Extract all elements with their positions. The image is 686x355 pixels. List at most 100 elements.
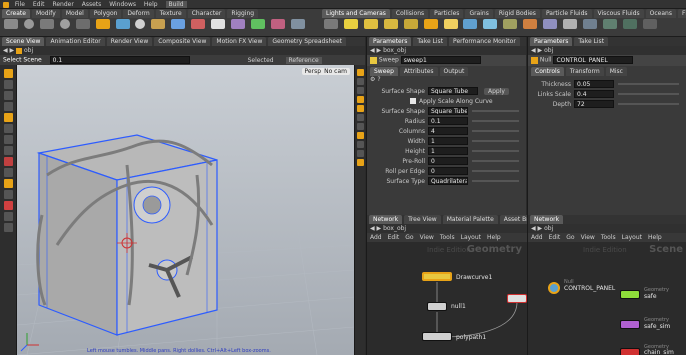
param-field-pre-roll[interactable]: 0 [428, 157, 468, 165]
back-arrow-icon[interactable]: ◀ [3, 47, 8, 54]
shelf-tab-particle-fluids[interactable]: Particle Fluids [541, 9, 592, 18]
surface-shape-select[interactable]: Square Tube [428, 87, 478, 95]
menu-render[interactable]: Render [52, 1, 73, 8]
params-tab-take-list[interactable]: Take List [413, 37, 448, 46]
viewport-tab-motion-fx-view[interactable]: Motion FX View [212, 37, 267, 46]
volume-light-tool-icon[interactable] [423, 19, 438, 29]
param-field-radius[interactable]: 0.1 [428, 117, 468, 125]
apply-button[interactable]: Apply [484, 87, 509, 95]
param-field-height[interactable]: 1 [428, 147, 468, 155]
grid-tool-icon[interactable] [75, 19, 90, 29]
control-param-slider-depth[interactable] [618, 103, 679, 105]
network-left-menu-view[interactable]: View [420, 234, 434, 241]
tube-tool-icon[interactable] [39, 19, 54, 29]
menu-edit[interactable]: Edit [33, 1, 45, 8]
back-arrow-icon[interactable]: ◀ [531, 225, 536, 232]
file-tool-icon[interactable] [290, 19, 305, 29]
display-ghost-icon[interactable] [356, 123, 364, 130]
control-subtab-transform[interactable]: Transform [565, 67, 604, 76]
reference-label[interactable]: Reference [285, 56, 322, 64]
handle-tool-icon[interactable] [3, 113, 13, 122]
line-tool-icon[interactable] [115, 19, 130, 29]
display-grid-icon[interactable] [356, 132, 364, 139]
param-slider-pre-roll[interactable] [472, 160, 519, 162]
curve-tool-icon[interactable] [151, 19, 166, 29]
display-safe-area-icon[interactable] [356, 159, 364, 166]
node-chain-sim[interactable] [620, 348, 640, 355]
network-left-menu-layout[interactable]: Layout [461, 234, 481, 241]
platonic-tool-icon[interactable] [231, 19, 246, 29]
viewport-tab-geometry-spreadsheet[interactable]: Geometry Spreadsheet [268, 37, 346, 46]
point-light-tool-icon[interactable] [343, 19, 358, 29]
network-right-canvas[interactable]: Indie Edition Scene Null CONTROL_PANEL G… [528, 242, 686, 355]
shelf-tab-polygon[interactable]: Polygon [89, 9, 122, 18]
network-right-menu-help[interactable]: Help [648, 234, 662, 241]
font-tool-icon[interactable] [211, 19, 226, 29]
selection-field[interactable]: 0.1 [49, 56, 190, 64]
shelf-tab-fluid-containers[interactable]: Fluid Containers [677, 9, 686, 18]
shelf-tab-model[interactable]: Model [61, 9, 88, 18]
display-options-icon[interactable] [3, 223, 13, 232]
select-tool-icon[interactable] [3, 69, 13, 78]
viewport-tab-render-view[interactable]: Render View [106, 37, 153, 46]
param-slider-surface-shape[interactable] [472, 110, 519, 112]
control-param-slider-links-scale[interactable] [618, 93, 679, 95]
gamepad-tool-icon[interactable] [642, 19, 657, 29]
ambient-light-tool-icon[interactable] [563, 19, 578, 29]
node-null1[interactable] [427, 302, 447, 311]
control-param-field-depth[interactable]: 72 [574, 100, 614, 108]
node-safe-sim[interactable] [620, 320, 640, 329]
node-polypath1[interactable] [422, 332, 452, 341]
network-right-menu-tools[interactable]: Tools [601, 234, 616, 241]
pose-tool-icon[interactable] [3, 124, 13, 133]
network-right-menu-view[interactable]: View [581, 234, 595, 241]
node-sweep1[interactable] [507, 294, 527, 303]
selected-label[interactable]: Selected [248, 57, 274, 64]
param-field-surface-type[interactable]: Quadrilaterals [428, 177, 468, 185]
display-shaded-icon[interactable] [356, 96, 364, 103]
build-label[interactable]: Build [165, 1, 187, 8]
back-arrow-icon[interactable]: ◀ [370, 225, 375, 232]
param-field-width[interactable]: 1 [428, 137, 468, 145]
network-right-menu-layout[interactable]: Layout [622, 234, 642, 241]
menu-file[interactable]: File [15, 1, 25, 8]
display-wireframe-icon[interactable] [356, 87, 364, 94]
gear-icon[interactable]: ⚙ [370, 76, 375, 83]
viewport-tab-animation-editor[interactable]: Animation Editor [46, 37, 105, 46]
shelf-tab-texture[interactable]: Texture [155, 9, 186, 18]
sculpt-tool-icon[interactable] [3, 190, 13, 199]
param-field-columns[interactable]: 4 [428, 127, 468, 135]
control-tab-take-list[interactable]: Take List [574, 37, 609, 46]
params-tab-parameters[interactable]: Parameters [369, 37, 412, 46]
shelf-tab-lights-and-cameras[interactable]: Lights and Cameras [322, 9, 390, 18]
menu-windows[interactable]: Windows [109, 1, 136, 8]
control-path[interactable]: obj [544, 47, 553, 54]
gi-light-tool-icon[interactable] [503, 19, 518, 29]
houdini-logo-icon[interactable] [3, 1, 9, 8]
shelf-tab-rigging[interactable]: Rigging [227, 9, 259, 18]
forward-arrow-icon[interactable]: ▶ [538, 47, 543, 54]
metaball-tool-icon[interactable] [270, 19, 285, 29]
render-region-tool-icon[interactable] [3, 201, 13, 210]
shelf-tab-particles[interactable]: Particles [430, 9, 464, 18]
back-arrow-icon[interactable]: ◀ [531, 47, 536, 54]
geo-light-tool-icon[interactable] [403, 19, 418, 29]
move-tool-icon[interactable] [3, 80, 13, 89]
magnet-tool-icon[interactable] [3, 157, 13, 166]
params-subtab-sweep[interactable]: Sweep [370, 67, 398, 76]
shelf-tab-collisions[interactable]: Collisions [391, 9, 429, 18]
network-left-menu-go[interactable]: Go [405, 234, 413, 241]
spray-paint-tool-icon[interactable] [191, 19, 206, 29]
viewport-tab-scene-view[interactable]: Scene View [2, 37, 45, 46]
display-points-icon[interactable] [356, 69, 364, 76]
forward-arrow-icon[interactable]: ▶ [377, 225, 382, 232]
null-tool-icon[interactable] [95, 19, 110, 29]
lsystem-tool-icon[interactable] [250, 19, 265, 29]
node-drawcurve1[interactable] [422, 272, 452, 281]
apply-scale-checkbox[interactable] [410, 98, 416, 104]
camera-tool-icon[interactable] [324, 19, 338, 29]
spot-light-tool-icon[interactable] [363, 19, 378, 29]
menu-help[interactable]: Help [144, 1, 158, 8]
network-right-menu-go[interactable]: Go [566, 234, 574, 241]
viewport-path[interactable]: obj [24, 47, 33, 54]
